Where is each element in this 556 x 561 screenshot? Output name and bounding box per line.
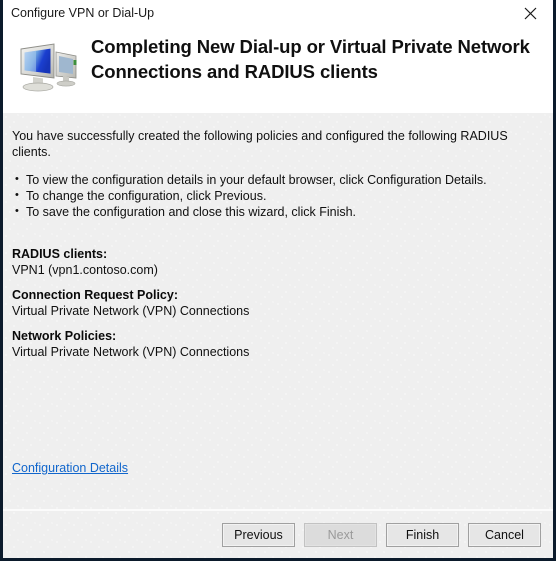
close-icon <box>524 7 537 20</box>
wizard-body: You have successfully created the follow… <box>3 113 553 558</box>
section-heading: RADIUS clients: <box>12 247 108 261</box>
summary-section-radius-clients: RADIUS clients: VPN1 (vpn1.contoso.com) <box>12 246 544 278</box>
list-item: To change the configuration, click Previ… <box>12 188 544 204</box>
computer-network-icon <box>16 40 80 98</box>
finish-button[interactable]: Finish <box>386 522 459 547</box>
section-value: VPN1 (vpn1.contoso.com) <box>12 263 158 277</box>
configuration-details-link[interactable]: Configuration Details <box>12 461 128 475</box>
summary-section-connection-request-policy: Connection Request Policy: Virtual Priva… <box>12 287 544 319</box>
summary-sections: RADIUS clients: VPN1 (vpn1.contoso.com) … <box>12 246 544 360</box>
title-bar: Configure VPN or Dial-Up <box>3 0 553 27</box>
section-heading: Connection Request Policy: <box>12 288 178 302</box>
section-heading: Network Policies: <box>12 329 117 343</box>
page-title: Completing New Dial-up or Virtual Privat… <box>91 36 530 82</box>
wizard-header: Completing New Dial-up or Virtual Privat… <box>3 26 553 113</box>
window-title: Configure VPN or Dial-Up <box>11 6 155 20</box>
body-content: You have successfully created the follow… <box>12 113 544 369</box>
instruction-list: To view the configuration details in you… <box>12 172 544 220</box>
intro-text: You have successfully created the follow… <box>12 129 508 159</box>
summary-section-network-policies: Network Policies: Virtual Private Networ… <box>12 328 544 360</box>
list-item: To view the configuration details in you… <box>12 172 544 188</box>
list-item: To save the configuration and close this… <box>12 204 544 220</box>
cancel-button[interactable]: Cancel <box>468 522 541 547</box>
wizard-dialog: Configure VPN or Dial-Up Completing New … <box>0 0 556 561</box>
section-value: Virtual Private Network (VPN) Connection… <box>12 345 250 359</box>
next-button: Next <box>304 522 377 547</box>
close-button[interactable] <box>508 0 553 26</box>
previous-button[interactable]: Previous <box>222 522 295 547</box>
section-value: Virtual Private Network (VPN) Connection… <box>12 304 250 318</box>
dialog-footer: Previous Next Finish Cancel <box>3 511 553 558</box>
